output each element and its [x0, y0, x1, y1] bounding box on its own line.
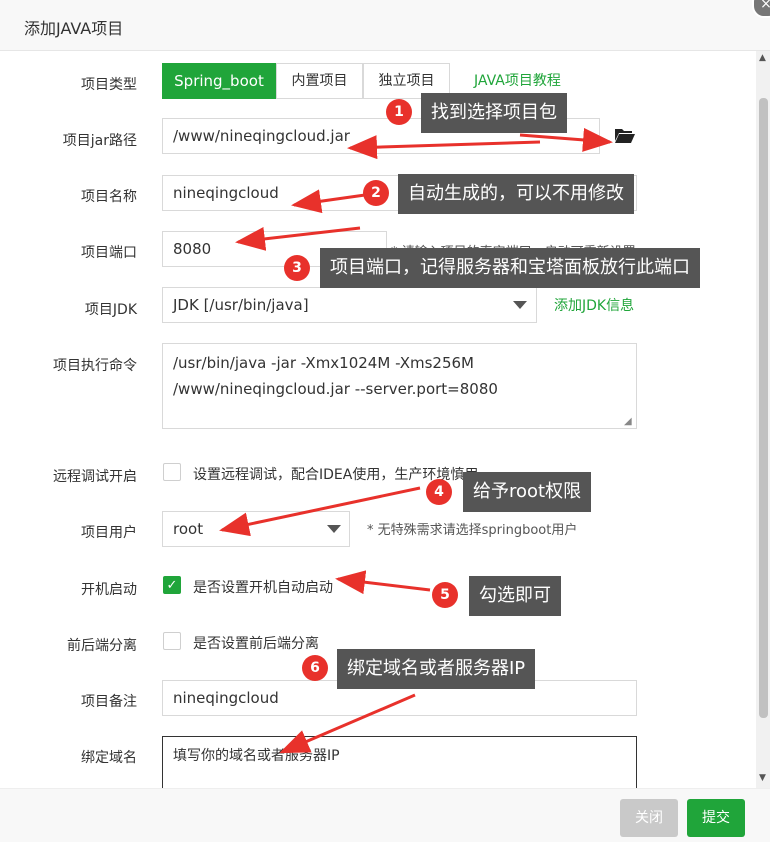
dialog-title: 添加JAVA项目	[24, 19, 124, 38]
dialog-titlebar: 添加JAVA项目	[0, 0, 770, 51]
folder-open-icon[interactable]	[614, 126, 636, 148]
resize-handle-icon[interactable]: ◢	[624, 416, 632, 427]
scroll-down-icon[interactable]: ▼	[759, 773, 766, 783]
autostart-label: 开机启动	[81, 582, 137, 598]
scroll-up-icon[interactable]: ▲	[759, 53, 766, 63]
autostart-checkbox[interactable]: ✓	[163, 576, 181, 594]
autostart-text: 是否设置开机自动启动	[193, 580, 333, 596]
project-user-value: root	[173, 520, 204, 538]
separation-checkbox[interactable]	[163, 632, 181, 650]
project-user-select[interactable]: root	[162, 511, 350, 547]
remote-debug-label: 远程调试开启	[53, 469, 137, 485]
exec-command-label: 项目执行命令	[53, 358, 137, 374]
type-option-spring-boot[interactable]: Spring_boot	[162, 63, 276, 99]
project-jdk-value: JDK [/usr/bin/java]	[173, 296, 309, 314]
separation-label: 前后端分离	[67, 638, 137, 654]
separation-text: 是否设置前后端分离	[193, 636, 319, 652]
annotation-tooltip-6: 绑定域名或者服务器IP	[337, 649, 536, 689]
remark-label: 项目备注	[81, 694, 137, 710]
annotation-tooltip-5: 勾选即可	[469, 576, 561, 616]
project-user-hint: * 无特殊需求请选择springboot用户	[367, 523, 578, 538]
project-user-label: 项目用户	[81, 525, 137, 541]
add-jdk-link[interactable]: 添加JDK信息	[554, 295, 634, 315]
annotation-tooltip-1: 找到选择项目包	[421, 93, 567, 133]
project-type-label: 项目类型	[81, 77, 137, 93]
project-jdk-select[interactable]: JDK [/usr/bin/java]	[162, 287, 537, 323]
remote-debug-checkbox[interactable]	[163, 463, 181, 481]
chevron-down-icon[interactable]	[327, 525, 341, 533]
exec-command-textarea[interactable]: /usr/bin/java -jar -Xmx1024M -Xms256M /w…	[162, 343, 637, 429]
annotation-badge-2: 2	[363, 180, 389, 206]
annotation-badge-4: 4	[426, 479, 452, 505]
chevron-down-icon[interactable]	[513, 301, 527, 309]
annotation-badge-3: 3	[284, 255, 310, 281]
project-port-label: 项目端口	[81, 245, 137, 261]
annotation-badge-5: 5	[432, 582, 458, 608]
annotation-tooltip-2: 自动生成的，可以不用修改	[398, 174, 634, 214]
scrollbar-thumb[interactable]	[759, 98, 768, 718]
project-name-label: 项目名称	[81, 189, 137, 205]
arrow-5	[335, 570, 431, 595]
domain-label: 绑定域名	[81, 750, 137, 766]
annotation-tooltip-4: 给予root权限	[463, 472, 592, 512]
scrollbar[interactable]: ▲ ▼	[756, 51, 770, 788]
submit-button[interactable]: 提交	[687, 799, 745, 837]
annotation-badge-1: 1	[386, 99, 412, 125]
check-icon: ✓	[166, 578, 178, 593]
project-jdk-label: 项目JDK	[84, 302, 137, 318]
jar-path-label: 项目jar路径	[62, 133, 137, 149]
annotation-badge-6: 6	[302, 655, 328, 681]
java-tutorial-link[interactable]: JAVA项目教程	[474, 70, 561, 90]
domain-textarea[interactable]: 填写你的域名或者服务器IP	[162, 736, 637, 796]
type-option-builtin[interactable]: 内置项目	[276, 63, 363, 99]
annotation-tooltip-3: 项目端口，记得服务器和宝塔面板放行此端口	[320, 248, 700, 288]
close-button[interactable]: 关闭	[620, 799, 678, 837]
